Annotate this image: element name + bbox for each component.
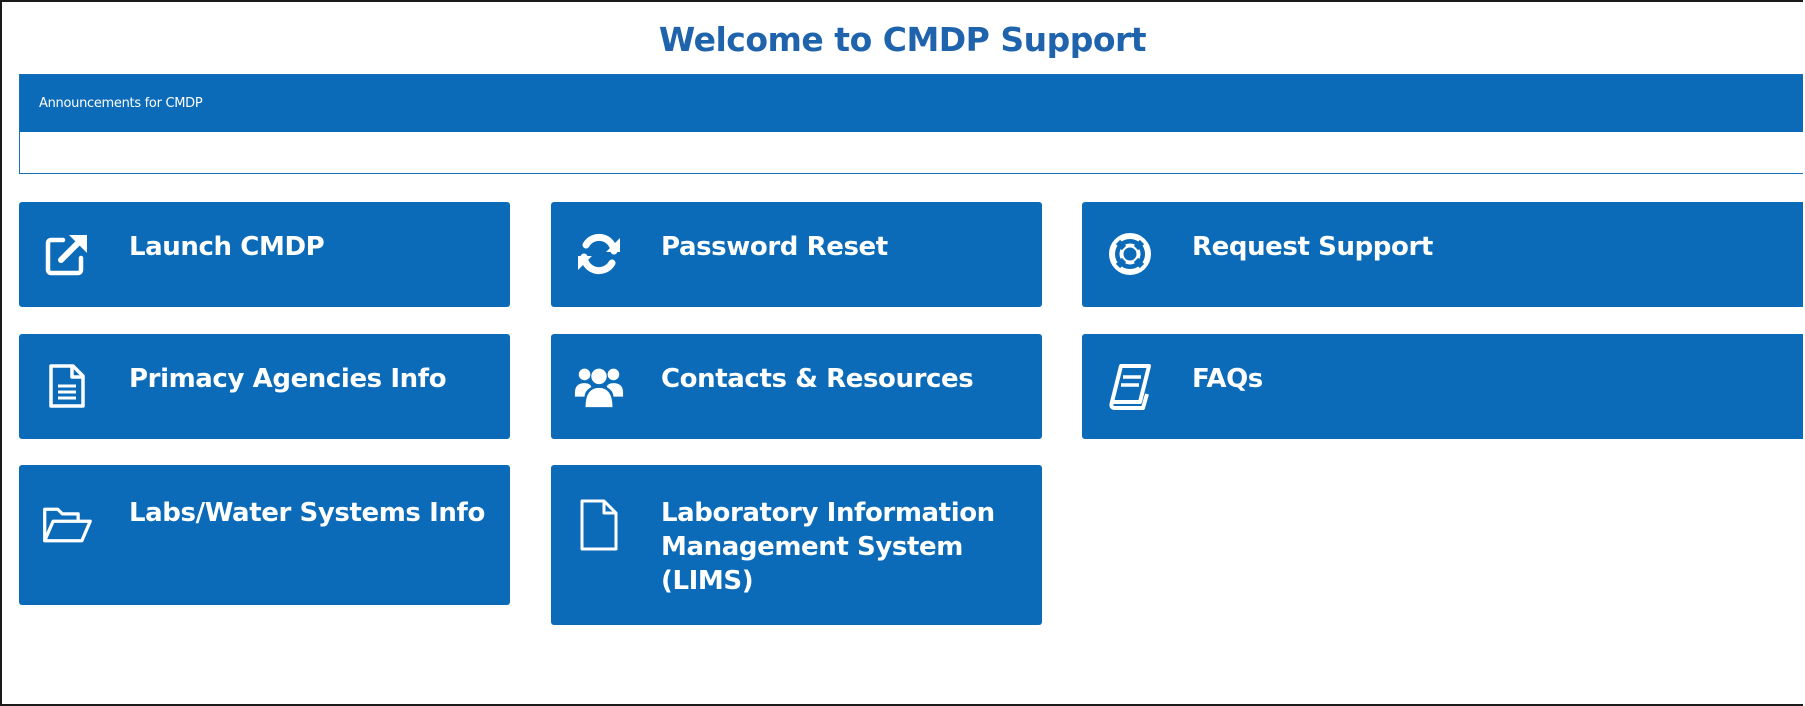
contacts-resources-label: Contacts & Resources (661, 364, 974, 394)
faqs-button[interactable]: FAQs (1082, 334, 1803, 439)
launch-cmdp-button[interactable]: Launch CMDP (19, 202, 510, 307)
password-reset-button[interactable]: Password Reset (551, 202, 1042, 307)
primacy-agencies-info-button[interactable]: Primacy Agencies Info (19, 334, 510, 439)
refresh-icon (573, 228, 625, 280)
launch-cmdp-label: Launch CMDP (129, 232, 325, 262)
faqs-label: FAQs (1192, 364, 1263, 394)
file-icon (573, 499, 625, 551)
labs-water-systems-info-label: Labs/Water Systems Info (129, 498, 485, 528)
page-title: Welcome to CMDP Support (658, 20, 1147, 59)
support-page: Welcome to CMDP Support Announcements fo… (0, 0, 1803, 706)
password-reset-label: Password Reset (661, 232, 888, 262)
primacy-agencies-info-label: Primacy Agencies Info (129, 364, 447, 394)
life-ring-icon (1104, 228, 1156, 280)
request-support-label: Request Support (1192, 232, 1433, 262)
announcements-header: Announcements for CMDP (20, 75, 1803, 132)
announcements-panel: Announcements for CMDP (19, 74, 1803, 174)
contacts-resources-button[interactable]: Contacts & Resources (551, 334, 1042, 439)
labs-water-systems-info-button[interactable]: Labs/Water Systems Info (19, 465, 510, 605)
lims-button[interactable]: Laboratory Information Management System… (551, 465, 1042, 625)
folder-open-icon (41, 499, 93, 551)
users-icon (573, 360, 625, 412)
book-icon (1104, 360, 1156, 412)
lims-label: Laboratory Information Management System… (661, 498, 995, 596)
external-link-icon (41, 228, 93, 280)
request-support-button[interactable]: Request Support (1082, 202, 1803, 307)
document-icon (41, 360, 93, 412)
